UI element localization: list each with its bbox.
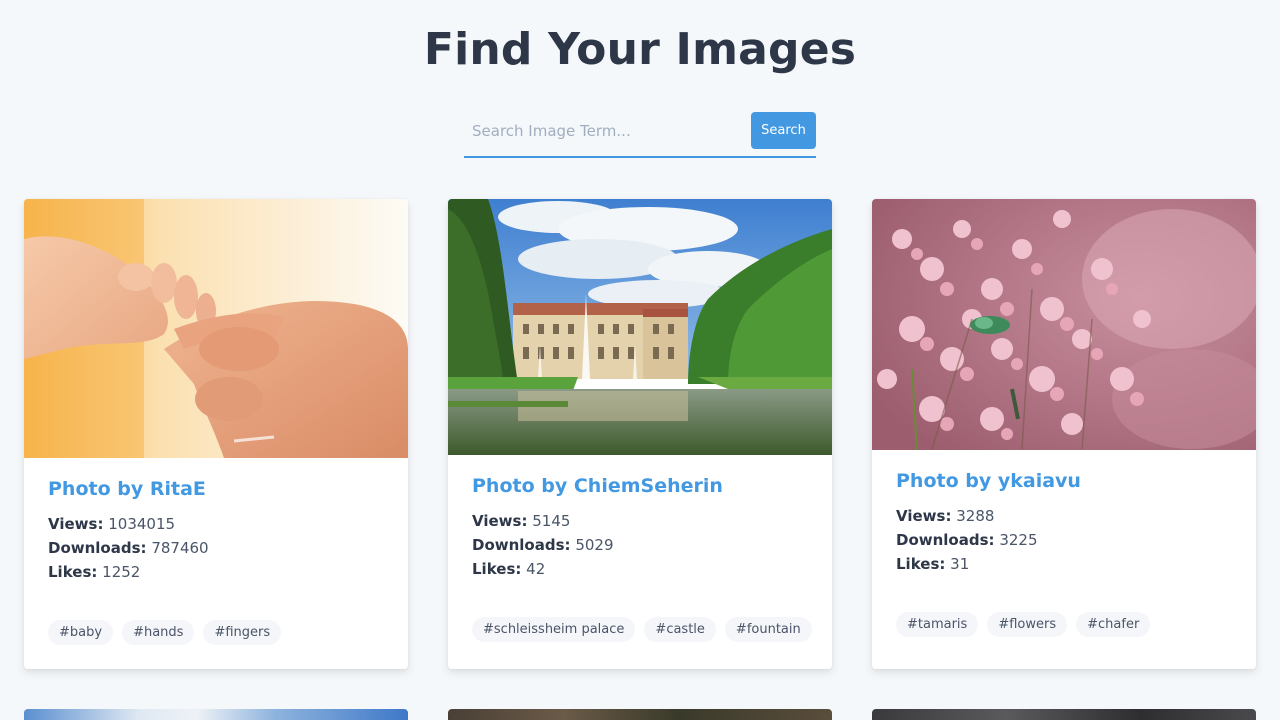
image-stats: Views: 3288 Downloads: 3225 Likes: 31: [896, 504, 1038, 576]
likes-stat: Likes: 1252: [48, 560, 209, 584]
image-stats: Views: 5145 Downloads: 5029 Likes: 42: [472, 509, 614, 581]
likes-value: 31: [950, 555, 970, 573]
views-stat: Views: 5145: [472, 509, 614, 533]
likes-stat: Likes: 42: [472, 557, 614, 581]
downloads-value: 3225: [999, 531, 1038, 549]
image-card: Photo by ChiemSeherin Views: 5145 Downlo…: [448, 199, 832, 669]
image-card: Photo by ykaiavu Views: 3288 Downloads: …: [872, 199, 1256, 669]
downloads-value: 787460: [151, 539, 209, 557]
tag-list: #baby #hands #fingers: [48, 620, 282, 645]
tag[interactable]: #flowers: [987, 612, 1068, 637]
likes-label: Likes:: [48, 563, 98, 581]
photographer-name[interactable]: Photo by RitaE: [48, 478, 206, 500]
search-form: Search: [464, 112, 816, 158]
downloads-label: Downloads:: [48, 539, 147, 557]
views-stat: Views: 1034015: [48, 512, 209, 536]
image-card-partial[interactable]: [872, 709, 1256, 720]
likes-value: 1252: [102, 563, 141, 581]
likes-value: 42: [526, 560, 546, 578]
views-label: Views:: [48, 515, 104, 533]
tag[interactable]: #fingers: [203, 620, 282, 645]
views-value: 1034015: [108, 515, 176, 533]
tag[interactable]: #chafer: [1076, 612, 1151, 637]
photo-baby-hand[interactable]: [24, 199, 408, 458]
photo-palace[interactable]: [448, 199, 832, 455]
downloads-label: Downloads:: [896, 531, 995, 549]
tag-list: #tamaris #flowers #chafer: [896, 612, 1151, 637]
page-title: Find Your Images: [423, 24, 857, 75]
downloads-value: 5029: [575, 536, 614, 554]
tag[interactable]: #tamaris: [896, 612, 979, 637]
views-label: Views:: [896, 507, 952, 525]
views-value: 5145: [532, 512, 571, 530]
image-card-partial[interactable]: [448, 709, 832, 720]
likes-label: Likes:: [896, 555, 946, 573]
photographer-name[interactable]: Photo by ChiemSeherin: [472, 475, 723, 497]
image-stats: Views: 1034015 Downloads: 787460 Likes: …: [48, 512, 209, 584]
tag[interactable]: #hands: [122, 620, 195, 645]
tag[interactable]: #castle: [644, 617, 716, 642]
downloads-stat: Downloads: 3225: [896, 528, 1038, 552]
views-stat: Views: 3288: [896, 504, 1038, 528]
downloads-label: Downloads:: [472, 536, 571, 554]
image-card: Photo by RitaE Views: 1034015 Downloads:…: [24, 199, 408, 669]
tag[interactable]: #schleissheim palace: [472, 617, 636, 642]
downloads-stat: Downloads: 787460: [48, 536, 209, 560]
downloads-stat: Downloads: 5029: [472, 533, 614, 557]
image-card-partial[interactable]: [24, 709, 408, 720]
tag-list: #schleissheim palace #castle #fountain: [472, 617, 812, 642]
photo-pink-flowers[interactable]: [872, 199, 1256, 450]
tag[interactable]: #baby: [48, 620, 114, 645]
likes-label: Likes:: [472, 560, 522, 578]
likes-stat: Likes: 31: [896, 552, 1038, 576]
views-value: 3288: [956, 507, 995, 525]
photographer-name[interactable]: Photo by ykaiavu: [896, 470, 1081, 492]
search-input[interactable]: [464, 112, 746, 150]
views-label: Views:: [472, 512, 528, 530]
search-button[interactable]: Search: [751, 112, 816, 149]
tag[interactable]: #fountain: [724, 617, 812, 642]
